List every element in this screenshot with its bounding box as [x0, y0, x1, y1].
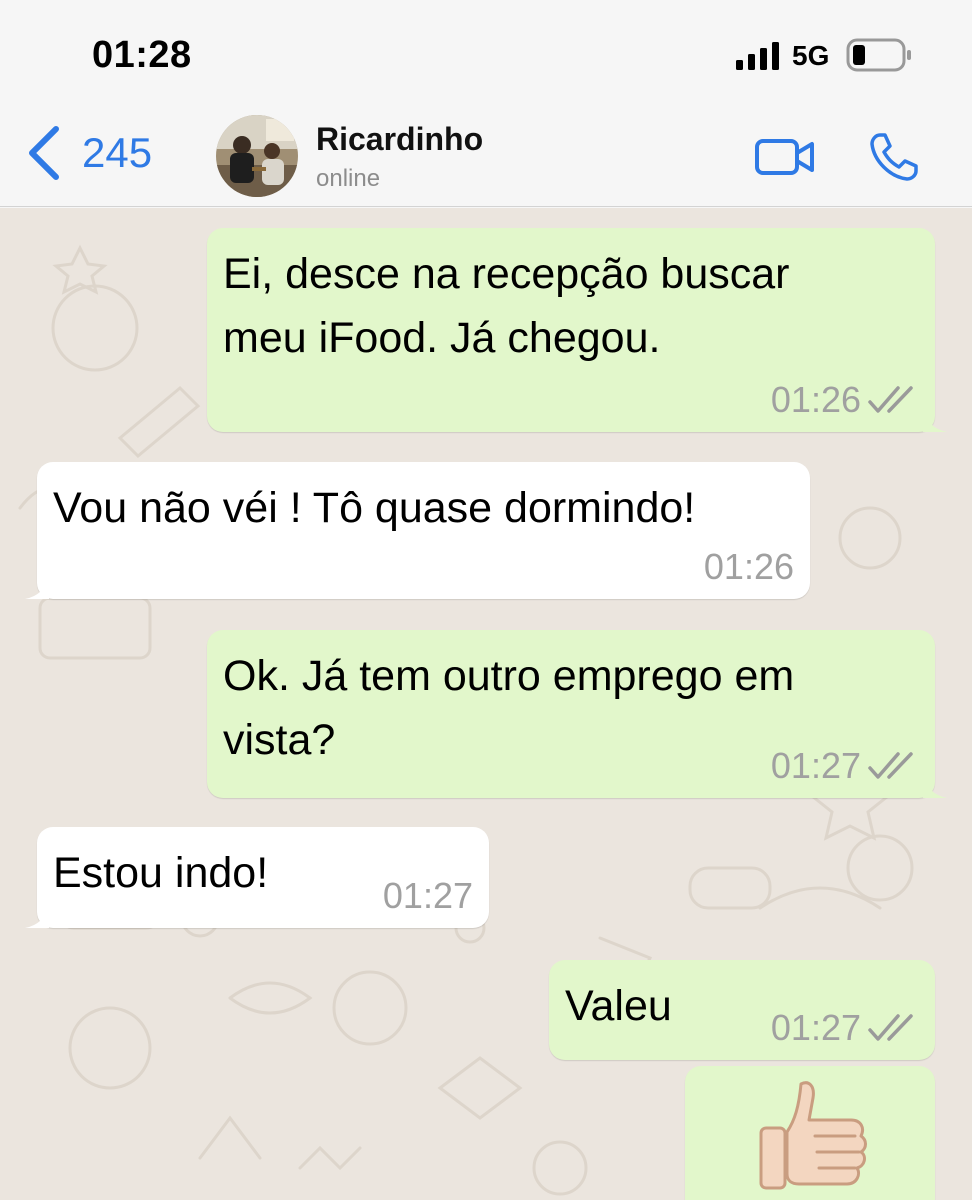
battery-icon: [846, 38, 911, 72]
bubble-tail: [923, 408, 947, 432]
message-text: Vou não véi ! Tô quase dormindo!: [53, 476, 695, 540]
message-time: 01:26: [770, 379, 861, 420]
bubble-tail: [25, 575, 49, 599]
double-check-icon: [868, 386, 913, 413]
message-time: 01:27: [382, 875, 473, 916]
double-check-icon: [868, 1014, 913, 1041]
message-outgoing-emoji[interactable]: [685, 1066, 935, 1200]
chat-area[interactable]: Ei, desce na recepção buscar meu iFood. …: [0, 208, 972, 1200]
message-line: Estou indo!: [53, 849, 269, 897]
contact-name[interactable]: Ricardinho: [316, 121, 483, 158]
avatar-photo: [216, 115, 298, 197]
message-time: 01:26: [703, 546, 794, 587]
signal-icon: [736, 42, 779, 70]
message-incoming[interactable]: Estou indo! 01:27: [25, 827, 489, 928]
bubble-tail: [923, 774, 947, 798]
message-text: Estou indo!: [53, 841, 268, 905]
status-time: 01:28: [92, 34, 192, 76]
message-text: Ok. Já tem outro emprego em vista?: [223, 644, 794, 772]
message-outgoing[interactable]: Ei, desce na recepção buscar meu iFood. …: [207, 228, 947, 432]
double-check-icon: [868, 752, 913, 779]
thumbs-up-icon: [759, 1081, 867, 1190]
video-camera-icon[interactable]: [754, 135, 816, 179]
message-meta: 01:27: [771, 1008, 919, 1048]
contact-status: online: [316, 165, 381, 192]
message-line: Ei, desce na recepção buscar: [223, 250, 790, 298]
message-outgoing[interactable]: Ok. Já tem outro emprego em vista? 01:27: [207, 630, 947, 798]
message-line: Ok. Já tem outro emprego em: [223, 652, 795, 700]
message-incoming[interactable]: Vou não véi ! Tô quase dormindo! 01:26: [25, 462, 810, 599]
message-meta: 01:27: [383, 876, 473, 916]
avatar[interactable]: [216, 115, 298, 197]
back-chevron-icon: [29, 126, 59, 180]
message-outgoing[interactable]: Valeu 01:27: [549, 960, 935, 1060]
message-meta: 01:26: [704, 547, 794, 587]
message-meta: 01:27: [771, 746, 919, 786]
message-time: 01:27: [770, 1007, 861, 1048]
back-button[interactable]: 245: [26, 123, 176, 183]
bubble-tail: [25, 904, 49, 928]
status-bar: 01:28 5G: [0, 0, 972, 105]
network-type: 5G: [792, 40, 830, 71]
chat-header: 245 Ricardinho online: [0, 105, 972, 207]
message-text: Ei, desce na recepção buscar meu iFood. …: [223, 242, 790, 370]
phone-icon[interactable]: [868, 131, 920, 183]
message-line: Valeu: [565, 982, 672, 1030]
message-line: meu iFood. Já chegou.: [223, 314, 661, 362]
message-meta: 01:26: [771, 380, 919, 420]
message-time: 01:27: [770, 745, 861, 786]
message-text: Valeu: [565, 974, 672, 1038]
unread-count: 245: [82, 129, 153, 176]
message-line: vista?: [223, 716, 336, 764]
message-line: Vou não véi ! Tô quase dormindo!: [53, 484, 696, 532]
